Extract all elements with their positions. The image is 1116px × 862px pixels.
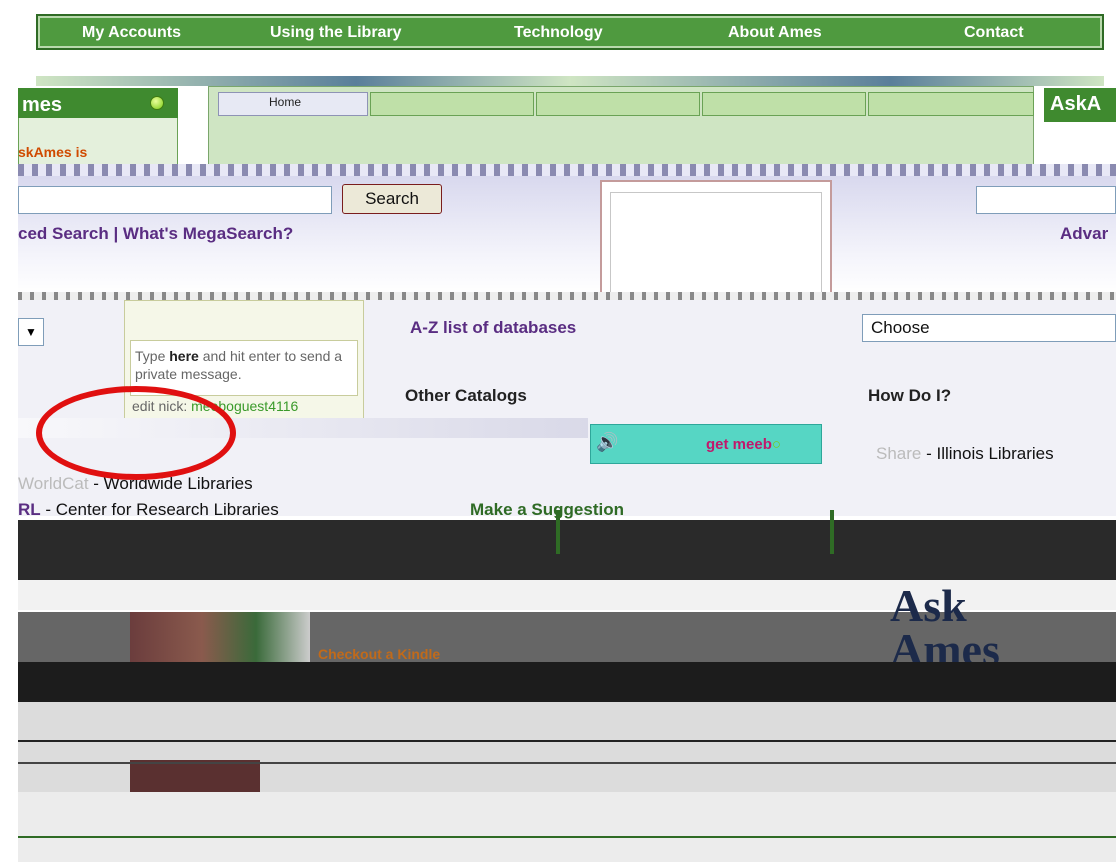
nav-about-ames[interactable]: About Ames (728, 24, 822, 42)
make-a-suggestion-link[interactable]: Make a Suggestion (470, 500, 624, 520)
get-meebo-link[interactable]: get meeb○ (706, 436, 781, 453)
chat-prompt-bold: here (169, 348, 199, 364)
askames-right-title: AskA (1050, 93, 1102, 115)
nav-technology[interactable]: Technology (514, 24, 603, 42)
status-online-icon (150, 96, 164, 110)
share-desc: - Illinois Libraries (921, 444, 1054, 463)
top-navigation: My Accounts Using the Library Technology… (36, 14, 1104, 50)
footer-glitch-1 (18, 520, 1116, 580)
footer-stripe-1 (18, 740, 1116, 742)
crl-link: RL (18, 500, 41, 519)
tab-4[interactable] (702, 92, 866, 116)
content-glitch-band (18, 292, 1116, 300)
megasearch-input[interactable] (18, 186, 332, 214)
tab-3[interactable] (536, 92, 700, 116)
tab-home[interactable]: Home (218, 92, 368, 116)
askames-logo: Ask Ames (890, 580, 1000, 673)
footer-glitch-4 (18, 662, 1116, 702)
worldcat-link: WorldCat (18, 474, 89, 493)
checkout-kindle-link[interactable]: Checkout a Kindle (318, 646, 440, 662)
nav-contact[interactable]: Contact (964, 24, 1024, 42)
meebo-chat-area (610, 192, 822, 296)
footer-stripe-2 (18, 762, 1116, 764)
search-button[interactable]: Search (342, 184, 442, 214)
green-divider-1 (556, 510, 560, 554)
red-annotation-circle (36, 386, 236, 480)
search-glitch-band (18, 164, 1116, 176)
share-illinois-libraries[interactable]: Share - Illinois Libraries (876, 444, 1054, 464)
how-do-i-heading: How Do I? (868, 386, 952, 405)
nav-my-accounts[interactable]: My Accounts (82, 24, 181, 42)
subject-dropdown[interactable]: ▼ (18, 318, 44, 346)
green-divider-2 (830, 510, 834, 554)
other-catalogs-heading: Other Catalogs (405, 386, 527, 405)
database-choose-dropdown[interactable]: Choose (862, 314, 1116, 342)
askames-status-note: skAmes is (18, 144, 88, 160)
share-link: Share (876, 444, 922, 463)
logo-line-1: Ask (890, 580, 967, 631)
footer-stripe-3 (18, 836, 1116, 838)
nav-using-the-library[interactable]: Using the Library (270, 24, 402, 42)
tab-5[interactable] (868, 92, 1034, 116)
chat-prompt-pre: Type (135, 348, 170, 364)
askames-left-title: mes (22, 94, 63, 116)
footer-glitch-6 (18, 792, 1116, 862)
right-search-input[interactable] (976, 186, 1116, 214)
get-meebo-label: get meeb (706, 436, 772, 453)
advanced-search-links[interactable]: ced Search | What's MegaSearch? (18, 224, 293, 244)
crl-center-for-research[interactable]: RL - Center for Research Libraries (18, 500, 279, 520)
tab-2[interactable] (370, 92, 534, 116)
header-glitch-band (36, 76, 1104, 86)
crl-desc: - Center for Research Libraries (40, 500, 279, 519)
speaker-icon[interactable]: 🔊 (596, 432, 618, 453)
az-databases-link[interactable]: A-Z list of databases (410, 318, 576, 338)
right-advanced-link[interactable]: Advar (1060, 224, 1108, 244)
